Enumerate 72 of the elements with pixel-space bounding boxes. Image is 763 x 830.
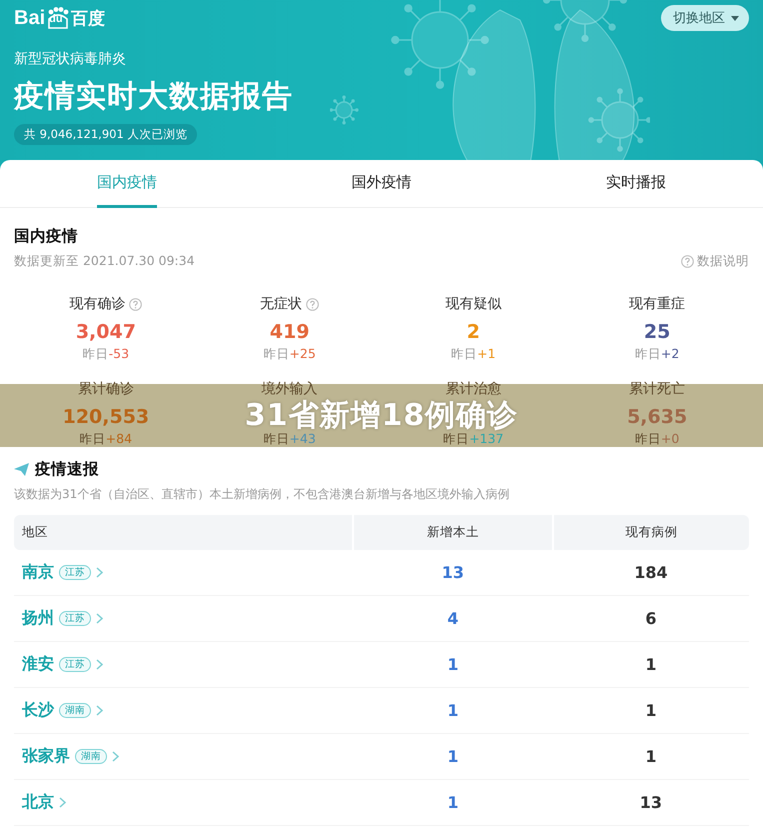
province-tag: 江苏: [59, 565, 91, 580]
report-note: 该数据为31个省（自治区、直辖市）本土新增病例，不包含港澳台新增与各地区境外输入病例: [14, 486, 510, 503]
page-title: 疫情实时大数据报告: [14, 78, 293, 116]
current-cases-cell: 184: [552, 550, 749, 596]
city-link[interactable]: 张家界: [22, 746, 70, 767]
stat-change: 昨日+0: [634, 431, 680, 447]
province-tag: 江苏: [59, 657, 91, 672]
new-local-cell: 1: [353, 734, 553, 780]
city-link[interactable]: 长沙: [22, 700, 54, 721]
current-cases-cell: 1: [552, 688, 749, 734]
province-tag: 湖南: [59, 703, 91, 718]
stat-value: 419: [270, 320, 310, 345]
stat-label: 现有确诊: [69, 295, 126, 314]
stat-label: 累计死亡: [629, 380, 686, 399]
current-cases-cell: 1: [552, 734, 749, 780]
data-info-link[interactable]: 数据说明: [681, 253, 749, 270]
stat-change: 昨日-53: [82, 346, 130, 362]
logo-text: 百度: [71, 8, 106, 30]
stat-label: 现有疑似: [445, 295, 502, 314]
chevron-right-icon: [96, 705, 103, 716]
update-time: 数据更新至 2021.07.30 09:34: [14, 253, 195, 270]
province-tag: 湖南: [75, 749, 107, 764]
stat-change: 昨日+1: [451, 346, 496, 362]
new-local-cell: 4: [353, 596, 553, 642]
chevron-right-icon: [96, 659, 103, 670]
subtitle: 新型冠状病毒肺炎: [14, 50, 126, 68]
section-title: 国内疫情: [14, 226, 79, 247]
help-icon: [681, 255, 694, 268]
view-count-pill: 共 9,046,121,901 人次已浏览: [14, 124, 198, 145]
stat-change: 昨日+84: [80, 431, 132, 447]
city-link[interactable]: 扬州: [22, 608, 54, 629]
chevron-right-icon: [112, 751, 119, 762]
city-link[interactable]: 北京: [22, 792, 54, 813]
logo-text: Bai: [14, 6, 46, 30]
new-local-cell: 1: [353, 688, 553, 734]
current-cases-cell: 13: [552, 780, 749, 826]
current-cases-cell: 6: [552, 596, 749, 642]
caret-icon: [731, 16, 739, 20]
new-local-cell: 1: [353, 642, 553, 688]
city-link[interactable]: 南京: [22, 562, 54, 583]
column-header: 现有病例: [552, 515, 749, 550]
stat-label: 累计治愈: [445, 380, 502, 399]
stat-value: 2: [466, 320, 480, 345]
city-link[interactable]: 淮安: [22, 654, 54, 675]
tab[interactable]: 实时播报: [508, 160, 763, 207]
stat-change: 昨日+137: [443, 431, 504, 447]
section-title: 疫情速报: [35, 459, 99, 480]
new-local-cell: 1: [353, 780, 553, 826]
stat-label: 境外输入: [262, 380, 318, 399]
column-header: 地区: [14, 515, 353, 550]
stat-value: 5,635: [627, 405, 688, 430]
stat-change: 昨日+2: [634, 346, 680, 362]
region-switch-button[interactable]: 切换地区: [661, 5, 749, 31]
province-tag: 江苏: [59, 611, 91, 626]
new-local-cell: 13: [353, 550, 553, 596]
stat-label: 现有重症: [629, 295, 686, 314]
chevron-right-icon: [59, 797, 66, 808]
tab[interactable]: 国内疫情: [0, 160, 254, 207]
current-cases-cell: 1: [552, 642, 749, 688]
banner-text: 31省新增18例确诊: [244, 399, 518, 433]
stat-value: 3,047: [76, 320, 136, 345]
stat-label: 无症状: [260, 295, 302, 314]
stat-change: 昨日+43: [263, 431, 316, 447]
stat-change: 昨日+25: [263, 346, 316, 362]
column-header: 新增本土: [353, 515, 553, 550]
stat-value: 120,553: [62, 405, 150, 430]
stat-label: 累计确诊: [78, 380, 134, 399]
stat-value: 25: [644, 320, 670, 345]
tab[interactable]: 国外疫情: [254, 160, 509, 207]
paper-plane-icon: [14, 463, 29, 476]
chevron-right-icon: [96, 567, 103, 578]
chevron-right-icon: [96, 613, 103, 624]
